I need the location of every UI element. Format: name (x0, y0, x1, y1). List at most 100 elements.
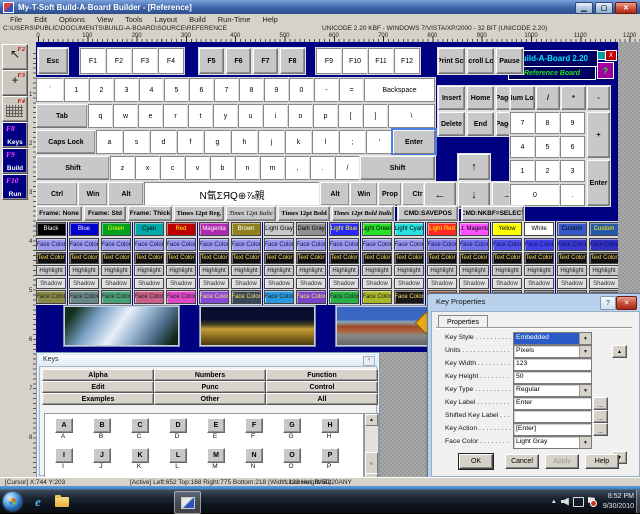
key-numpad-7[interactable]: 7 (510, 112, 535, 134)
key-q[interactable]: q (88, 104, 113, 128)
palette-blue-face-1[interactable]: Face Color (69, 238, 99, 251)
palette-custom-sh-16[interactable]: Shadow (557, 278, 587, 289)
key-f11[interactable]: F11 (368, 48, 394, 74)
key-frame-std[interactable]: Frame: Std (84, 206, 126, 221)
palette-light-red-text-12[interactable]: Text Color (427, 252, 457, 264)
key-prop[interactable]: Prop (378, 182, 402, 206)
letter-key-k[interactable]: K (131, 448, 149, 463)
palette-light-blue-face-9[interactable]: Face Color (329, 238, 359, 251)
key-delete[interactable]: Delete (438, 112, 465, 136)
palette-custom-text-16[interactable]: Text Color (557, 252, 587, 264)
palette-white-sh-15[interactable]: Shadow (524, 278, 554, 289)
key-9[interactable]: 9 (264, 78, 289, 102)
palette-cyan-sh-3[interactable]: Shadow (134, 278, 164, 289)
key-times-12pt-bold-italic[interactable]: Times 12pt Bold Italic (332, 206, 394, 221)
palette-black-face2-0[interactable]: Face Color (36, 290, 66, 304)
palette-white-text-15[interactable]: Text Color (524, 252, 554, 264)
category-edit[interactable]: Edit (42, 381, 154, 393)
cancel-button[interactable]: Cancel (505, 454, 539, 469)
palette-light-red-hi-12[interactable]: Highlight (427, 265, 457, 276)
palette-green-text-2[interactable]: Text Color (101, 252, 131, 264)
key-shift-right[interactable]: Shift (360, 156, 435, 180)
key-f3[interactable]: F3 (132, 48, 158, 74)
letter-key-e[interactable]: E (207, 418, 225, 433)
field-input-key-action[interactable]: [Enter] (513, 423, 592, 436)
palette-red-hi-4[interactable]: Highlight (166, 265, 196, 276)
palette-blue-face2-1[interactable]: Face Color (69, 290, 99, 304)
palette-light-blue-hi-9[interactable]: Highlight (329, 265, 359, 276)
palette-dark-gray-text-8[interactable]: Text Color (296, 252, 326, 264)
apply-button[interactable]: Apply (545, 454, 579, 469)
palette-lt-magenta-hi-13[interactable]: Highlight (459, 265, 489, 276)
palette-custom-hi-17[interactable]: Highlight (589, 265, 618, 276)
palette-dark-gray-face2-8[interactable]: Face Color (296, 290, 326, 304)
key-i[interactable]: i (263, 104, 288, 128)
palette-dark-gray-sh-8[interactable]: Shadow (296, 278, 326, 289)
action-center-flag-icon[interactable] (588, 497, 596, 506)
palette-green-sh-2[interactable]: Shadow (101, 278, 131, 289)
field-input-key-height[interactable]: 50 (513, 371, 592, 384)
key-numpad-0[interactable]: 0 (510, 184, 560, 206)
key-numpad-divide[interactable]: / (536, 86, 560, 110)
key-times-12pt-bold[interactable]: Times 12pt Bold (278, 206, 330, 221)
palette-cyan-hi-3[interactable]: Highlight (134, 265, 164, 276)
key-u[interactable]: u (238, 104, 263, 128)
palette-light-cyan-face-11[interactable]: Face Color (394, 238, 424, 251)
key-cmd-nkbf-select[interactable]: CMD:NKBF=SELECT (462, 206, 524, 221)
key-w[interactable]: w (113, 104, 138, 128)
key-alt-right[interactable]: Alt (320, 182, 350, 206)
key-f10[interactable]: F10 (342, 48, 368, 74)
photo-key-waterfall[interactable] (64, 306, 179, 346)
letter-key-o[interactable]: O (283, 448, 301, 463)
photo-key-colosseum[interactable] (200, 306, 315, 346)
key-caps-lock[interactable]: Caps Lock (36, 130, 96, 154)
palette-blue-sh-1[interactable]: Shadow (69, 278, 99, 289)
key-l[interactable]: l (312, 130, 339, 154)
letter-key-b[interactable]: B (93, 418, 111, 433)
palette-white-name-15[interactable]: White (524, 222, 554, 236)
palette-light-gray-name-7[interactable]: Light Gray (264, 222, 294, 236)
key-scroll-lck[interactable]: Scroll Lck (467, 48, 494, 74)
key-key[interactable]: - (314, 78, 339, 102)
palette-cyan-text-3[interactable]: Text Color (134, 252, 164, 264)
key-print-scr[interactable]: Print Scr (438, 48, 465, 74)
key-numpad-8[interactable]: 8 (535, 112, 560, 134)
key-frame-none[interactable]: Frame: None (36, 206, 82, 221)
palette-green-name-2[interactable]: Green (101, 222, 131, 236)
key-e[interactable]: e (138, 104, 163, 128)
key-num-loc[interactable]: Num Loc (510, 86, 535, 110)
board-help-key[interactable]: ? (597, 62, 614, 79)
key-numpad-decimal[interactable]: . (560, 184, 585, 206)
show-desktop-button[interactable] (636, 490, 640, 513)
taskbar-ie-icon[interactable]: e (28, 492, 48, 511)
taskbar-clock[interactable]: 8:52 PM 9/30/2010 (603, 492, 638, 510)
key-shift[interactable]: Shift (36, 156, 110, 180)
key-7[interactable]: 7 (214, 78, 239, 102)
palette-dark-gray-hi-8[interactable]: Highlight (296, 265, 326, 276)
category-function[interactable]: Function (266, 369, 378, 381)
category-numbers[interactable]: Numbers (154, 369, 266, 381)
key-3[interactable]: 3 (114, 78, 139, 102)
maximize-button[interactable]: ▢ (595, 2, 613, 14)
key-j[interactable]: j (258, 130, 285, 154)
key-key[interactable]: ; (339, 130, 366, 154)
key-numpad-5[interactable]: 5 (535, 136, 560, 158)
palette-light-green-hi-10[interactable]: Highlight (362, 265, 392, 276)
palette-custom-name-17[interactable]: Custom (589, 222, 618, 236)
key-key[interactable]: , (285, 156, 310, 180)
field-select-key-type[interactable]: Regular▼ (513, 384, 592, 397)
menu-layout[interactable]: Layout (149, 15, 184, 24)
key-numpad-2[interactable]: 2 (535, 160, 560, 182)
key-o[interactable]: o (288, 104, 313, 128)
key-pause[interactable]: Pause (496, 48, 523, 74)
key-f[interactable]: f (177, 130, 204, 154)
palette-white-hi-15[interactable]: Highlight (524, 265, 554, 276)
key-f1[interactable]: F1 (80, 48, 106, 74)
letter-key-c[interactable]: C (131, 418, 149, 433)
palette-blue-hi-1[interactable]: Highlight (69, 265, 99, 276)
palette-light-red-sh-12[interactable]: Shadow (427, 278, 457, 289)
title-bar[interactable]: My-T-Soft Build-A-Board Builder - [Refer… (0, 0, 640, 14)
start-button[interactable] (3, 492, 22, 511)
palette-magenta-face-5[interactable]: Face Color (199, 238, 229, 251)
key-numpad-9[interactable]: 9 (560, 112, 585, 134)
